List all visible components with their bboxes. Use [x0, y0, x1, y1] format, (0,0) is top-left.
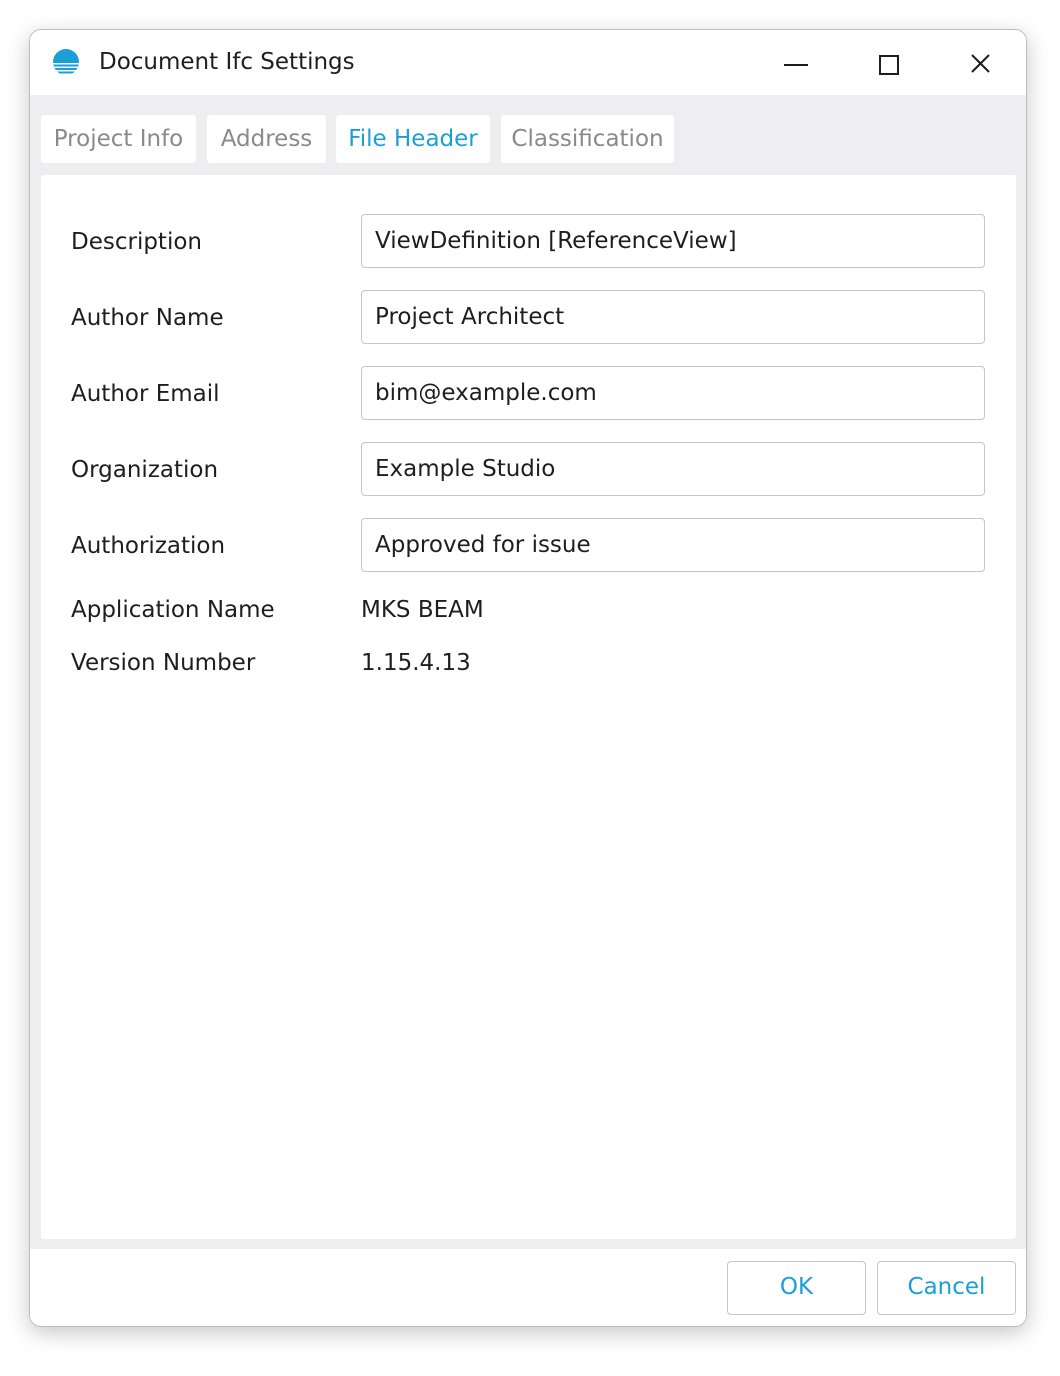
- app-logo-icon: [52, 48, 80, 76]
- version-number-label: Version Number: [71, 650, 256, 676]
- author-name-field[interactable]: [361, 290, 985, 344]
- minimize-button[interactable]: [773, 44, 819, 84]
- dialog-window: Document Ifc Settings Project Info Addre…: [29, 29, 1027, 1327]
- author-email-label: Author Email: [71, 381, 220, 407]
- application-name-value: MKS BEAM: [361, 597, 484, 623]
- close-icon: [971, 54, 990, 73]
- file-header-panel: Description Author Name Author Email Org…: [41, 175, 1016, 1239]
- authorization-field[interactable]: [361, 518, 985, 572]
- tab-project-info[interactable]: Project Info: [41, 115, 196, 163]
- organization-label: Organization: [71, 457, 219, 483]
- description-label: Description: [71, 229, 202, 255]
- title-bar[interactable]: Document Ifc Settings: [30, 30, 1026, 95]
- author-name-label: Author Name: [71, 305, 224, 331]
- tab-classification[interactable]: Classification: [501, 115, 674, 163]
- dialog-footer: OK Cancel: [30, 1249, 1026, 1326]
- minimize-icon: [784, 64, 808, 66]
- close-button[interactable]: [957, 44, 1003, 84]
- maximize-icon: [879, 55, 899, 75]
- tab-file-header[interactable]: File Header: [336, 115, 490, 163]
- tab-address[interactable]: Address: [207, 115, 326, 163]
- authorization-label: Authorization: [71, 533, 226, 559]
- application-name-label: Application Name: [71, 597, 275, 623]
- author-email-field[interactable]: [361, 366, 985, 420]
- organization-field[interactable]: [361, 442, 985, 496]
- window-title: Document Ifc Settings: [99, 49, 355, 75]
- ok-button[interactable]: OK: [727, 1261, 866, 1315]
- description-field[interactable]: [361, 214, 985, 268]
- cancel-button[interactable]: Cancel: [877, 1261, 1016, 1315]
- dialog-body: Project Info Address File Header Classif…: [30, 95, 1026, 1249]
- maximize-button[interactable]: [865, 44, 911, 84]
- version-number-value: 1.15.4.13: [361, 650, 471, 676]
